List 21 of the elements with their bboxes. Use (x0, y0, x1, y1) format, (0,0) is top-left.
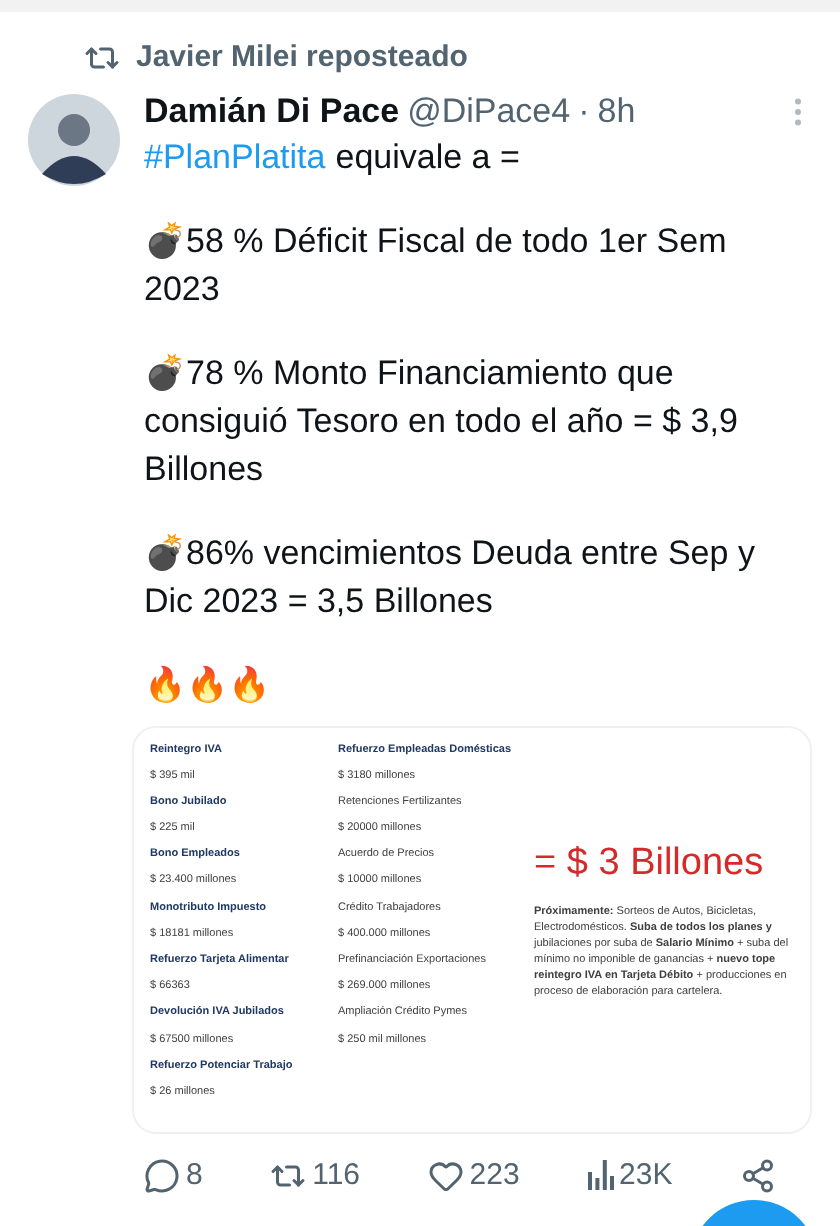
tweet-text: equivale a = (335, 135, 520, 179)
speech-bubble-icon (144, 1157, 180, 1194)
avatar (28, 93, 120, 185)
repost-label: Javier Milei reposteado (136, 38, 468, 78)
separator: · (578, 89, 590, 133)
total-amount: = $ 3 Billones (534, 839, 766, 887)
post-time: 8h (597, 89, 636, 133)
tweet-text: 💣86% vencimientos Deuda entre Sep y Dic 2023 = 3,5 Billones (144, 531, 757, 623)
author-handle[interactable]: @DiPace4 (407, 89, 571, 133)
bar-chart-icon (587, 1160, 614, 1191)
views-button[interactable]: 23K (587, 1153, 673, 1198)
repost-button[interactable]: 116 (270, 1153, 361, 1198)
tweet-text: 💣78 % Monto Financiamiento que consiguió Tesoro en todo el año = $ 3,9 Billones (144, 351, 740, 491)
tweet-text: 💣58 % Déficit Fiscal de todo 1er Sem 2023 (144, 219, 729, 311)
reply-button[interactable]: 8 (144, 1153, 203, 1198)
tweet-text: 🔥🔥🔥 (144, 663, 272, 707)
author-name[interactable]: Damián Di Pace (144, 89, 400, 133)
heart-icon (427, 1157, 464, 1194)
share-icon (740, 1157, 776, 1194)
like-button[interactable]: 223 (427, 1153, 520, 1198)
share-button[interactable] (740, 1157, 776, 1194)
